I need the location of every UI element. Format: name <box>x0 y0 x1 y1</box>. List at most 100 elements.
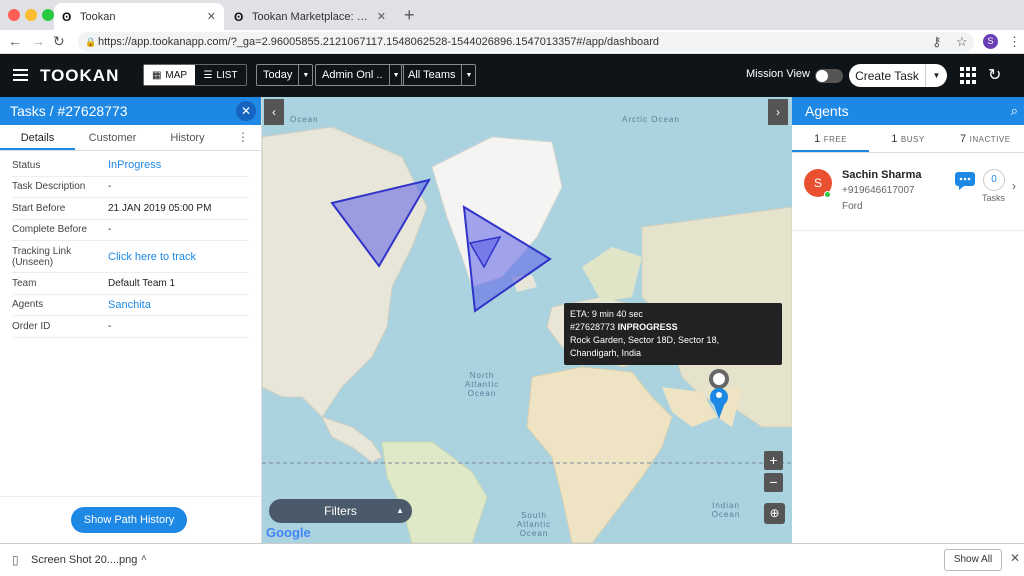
detail-row-agents: Agents Sanchita <box>12 295 249 316</box>
caret-down-icon[interactable]: ▼ <box>925 64 947 87</box>
task-tooltip: ETA: 9 min 40 sec #27628773 INPROGRESS R… <box>564 303 782 365</box>
tab-close-icon[interactable]: ✕ <box>207 10 216 23</box>
create-task-button[interactable]: Create Task ▼ <box>849 64 947 87</box>
hamburger-menu-icon[interactable] <box>13 69 28 81</box>
task-panel-footer: Show Path History <box>0 496 261 543</box>
collapse-left-arrow-icon[interactable]: ‹ <box>264 99 284 125</box>
collapse-right-arrow-icon[interactable]: › <box>768 99 788 125</box>
busy-label: BUSY <box>900 135 925 144</box>
zoom-out-button[interactable]: − <box>764 473 783 492</box>
north-atlantic-label: North Atlantic Ocean <box>464 371 500 398</box>
tab-close-icon[interactable]: ✕ <box>377 10 386 23</box>
create-task-label: Create Task <box>855 68 919 83</box>
detail-label: Complete Before <box>12 224 88 236</box>
mission-view-toggle[interactable] <box>815 69 843 83</box>
tooltip-status: INPROGRESS <box>617 322 678 332</box>
team-filter-dropdown[interactable]: All Teams ▼ <box>401 64 477 86</box>
file-icon: ▯ <box>12 553 19 567</box>
list-view-button[interactable]: ☰ LIST <box>195 65 246 85</box>
caret-up-icon: ▲ <box>396 506 404 515</box>
browser-tab-tookan[interactable]: ʘ Tookan ✕ <box>54 3 224 30</box>
detail-row-tracking-link: Tracking Link (Unseen) Click here to tra… <box>12 241 249 273</box>
detail-label: Status <box>12 159 41 171</box>
tookan-favicon-icon: ʘ <box>234 9 244 24</box>
browser-menu-icon[interactable]: ⋮ <box>1008 34 1021 50</box>
browser-tab-marketplace[interactable]: ʘ Tookan Marketplace: Explore a ✕ <box>226 3 394 30</box>
agent-card[interactable]: S Sachin Sharma +919646617007 Ford <box>792 153 1024 231</box>
window-close-button[interactable] <box>8 9 20 21</box>
map-canvas[interactable]: ‹ › Ocean Arctic Ocean North Atlantic Oc… <box>262 97 792 543</box>
team-filter-label: All Teams <box>408 69 456 81</box>
forward-arrow-icon[interactable]: → <box>31 33 45 49</box>
new-tab-button[interactable]: + <box>404 5 415 26</box>
downloads-bar: ▯ Screen Shot 20....png ˄ Show All ✕ <box>0 543 1024 576</box>
task-details-panel: Tasks / #27628773 ✕ Details Customer His… <box>0 97 262 543</box>
url-input[interactable]: 🔒 https://app.tookanapp.com/?_ga=2.96005… <box>78 32 974 52</box>
task-panel-title: Tasks / #27628773 <box>10 103 128 119</box>
user-filter-dropdown[interactable]: Admin Onl .. ▼ <box>315 64 404 86</box>
tab-customer[interactable]: Customer <box>75 125 150 150</box>
window-minimize-button[interactable] <box>25 9 37 21</box>
show-all-button[interactable]: Show All <box>944 549 1002 571</box>
filters-label: Filters <box>324 504 357 518</box>
free-count: 1 <box>814 133 821 145</box>
map-icon: ▦ <box>151 69 162 81</box>
window-maximize-button[interactable] <box>42 9 54 21</box>
online-status-dot <box>824 191 831 198</box>
tooltip-task-id: #27628773 <box>570 322 616 332</box>
key-icon[interactable]: ⚷ <box>932 34 942 50</box>
chevron-up-icon[interactable]: ˄ <box>141 553 147 564</box>
tab-details[interactable]: Details <box>0 125 75 150</box>
download-file-name[interactable]: Screen Shot 20....png <box>31 554 137 566</box>
inactive-count: 7 <box>960 133 967 145</box>
show-path-history-button[interactable]: Show Path History <box>71 507 187 533</box>
tab-inactive[interactable]: 7 INACTIVE <box>947 125 1024 152</box>
chat-icon[interactable] <box>955 172 975 190</box>
caret-down-icon: ▼ <box>461 65 475 85</box>
refresh-icon[interactable]: ↻ <box>988 65 1001 85</box>
list-view-label: LIST <box>216 69 238 81</box>
apps-grid-icon[interactable] <box>960 67 977 84</box>
tracking-link[interactable]: Click here to track <box>108 251 196 263</box>
agents-panel: Agents ⌕ 1 FREE 1 BUSY 7 INACTIVE S Sachin … <box>792 97 1024 543</box>
tooltip-eta: ETA: 9 min 40 sec <box>570 309 643 319</box>
browser-tab-strip: ʘ Tookan ✕ ʘ Tookan Marketplace: Explore… <box>0 0 1024 30</box>
tab-history[interactable]: History <box>150 125 225 150</box>
caret-down-icon: ▼ <box>298 65 312 85</box>
chevron-right-icon[interactable]: › <box>1012 179 1016 193</box>
detail-value: 21 JAN 2019 05:00 PM <box>108 202 212 214</box>
filters-button[interactable]: Filters ▲ <box>269 499 412 523</box>
tab-busy[interactable]: 1 BUSY <box>869 125 946 152</box>
close-icon[interactable]: ✕ <box>1010 551 1020 565</box>
indian-ocean-label: Indian Ocean <box>711 501 741 519</box>
detail-row-team: Team Default Team 1 <box>12 273 249 295</box>
detail-label: Tracking Link (Unseen) <box>12 245 72 268</box>
agents-panel-header: Agents ⌕ <box>792 97 1024 125</box>
agent-link[interactable]: Sanchita <box>108 299 151 311</box>
search-icon[interactable]: ⌕ <box>1011 97 1018 125</box>
reload-icon[interactable]: ↻ <box>53 33 65 50</box>
ocean-label: Ocean <box>290 115 319 124</box>
locate-icon[interactable]: ⊕ <box>764 503 785 524</box>
star-icon[interactable]: ☆ <box>956 34 968 50</box>
map-view-button[interactable]: ▦ MAP <box>144 65 195 85</box>
url-text: https://app.tookanapp.com/?_ga=2.9600585… <box>98 36 659 48</box>
zoom-in-button[interactable]: + <box>764 451 783 470</box>
close-icon[interactable]: ✕ <box>236 101 256 121</box>
tooltip-address-line1: Rock Garden, Sector 18D, Sector 18, <box>570 335 720 345</box>
tookan-favicon-icon: ʘ <box>62 9 72 24</box>
more-options-icon[interactable]: ⋮ <box>237 130 249 144</box>
profile-avatar[interactable]: S <box>983 34 998 49</box>
detail-label: Start Before <box>12 202 66 214</box>
inactive-label: INACTIVE <box>969 135 1011 144</box>
back-arrow-icon[interactable]: ← <box>8 33 22 49</box>
tasks-label: Tasks <box>982 193 1006 203</box>
tab-free[interactable]: 1 FREE <box>792 125 870 152</box>
task-panel-header: Tasks / #27628773 ✕ <box>0 97 261 125</box>
detail-value: - <box>108 181 112 193</box>
task-tabs: Details Customer History ⋮ <box>0 125 261 151</box>
google-logo: Google <box>266 525 311 540</box>
detail-label: Task Description <box>12 181 86 193</box>
address-bar: ← → ↻ 🔒 https://app.tookanapp.com/?_ga=2… <box>0 30 1024 54</box>
date-filter-dropdown[interactable]: Today ▼ <box>256 64 314 86</box>
